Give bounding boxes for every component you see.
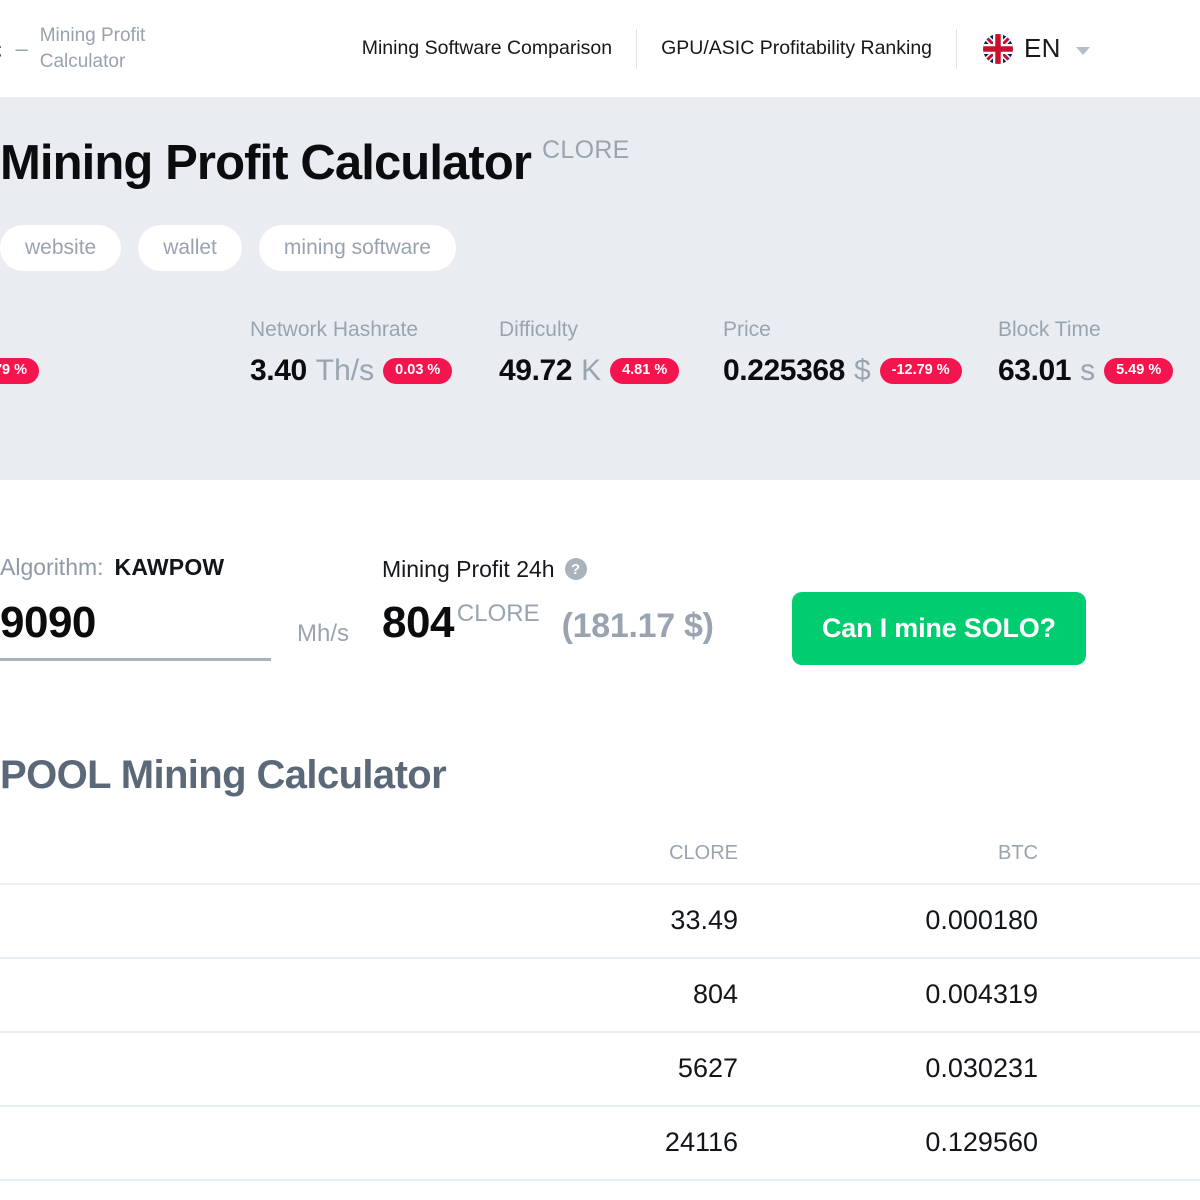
question-mark-icon[interactable]: ? <box>565 558 587 580</box>
algorithm-label: Algorithm: <box>0 554 104 581</box>
cell-btc: 0.030231 <box>770 1032 1070 1106</box>
cell-pad <box>1070 1106 1200 1180</box>
nav-link-gpu-asic-profitability-ranking[interactable]: GPU/ASIC Profitability Ranking <box>637 26 956 72</box>
profit-value: 804 <box>382 598 454 648</box>
cell-period <box>0 1032 470 1106</box>
page-title-coin: CLORE <box>542 136 630 165</box>
coin-stats: CLORE) -12.79 % Network Hashrate 3.40 Th… <box>0 318 1200 388</box>
status-badge: -12.79 % <box>0 358 39 384</box>
stat-value: 49.72 <box>499 354 572 388</box>
hashrate-group: Algorithm: KAWPOW Mh/s <box>0 554 382 661</box>
brand-subtitle: Mining Profit Calculator <box>40 23 190 73</box>
stat-reward: CLORE) -12.79 % <box>0 342 250 388</box>
stat-label: Block Time <box>998 318 1200 342</box>
stat-unit: s <box>1080 354 1095 388</box>
hero-section: Mining Profit Calculator CLORE website w… <box>0 97 1200 480</box>
cell-btc: 0.129560 <box>770 1106 1070 1180</box>
stat-label: Price <box>723 318 998 342</box>
hashrate-unit: Mh/s <box>297 620 349 661</box>
table-row: 33.49 0.000180 <box>0 884 1200 958</box>
pill-website[interactable]: website <box>0 225 121 271</box>
stat-difficulty: Difficulty 49.72 K 4.81 % <box>499 318 723 388</box>
language-selector[interactable]: EN <box>957 26 1090 72</box>
stat-label: Difficulty <box>499 318 723 342</box>
nav-link-mining-software-comparison[interactable]: Mining Software Comparison <box>338 26 636 72</box>
stat-value: 0.225368 <box>723 354 845 388</box>
brand-logo: otoCalc <box>0 28 1 70</box>
pool-table: CLORE BTC 33.49 0.000180 804 0.004319 <box>0 842 1200 1181</box>
profit-coin: CLORE <box>457 600 540 628</box>
pool-title: POOL Mining Calculator <box>0 753 1200 798</box>
stat-network-hashrate: Network Hashrate 3.40 Th/s 0.03 % <box>250 318 499 388</box>
brand-dash: – <box>15 36 27 62</box>
uk-flag-icon <box>983 34 1013 64</box>
status-badge: -12.79 % <box>880 358 962 384</box>
brand[interactable]: otoCalc – Mining Profit Calculator <box>0 23 190 73</box>
cell-pad <box>1070 958 1200 1032</box>
column-header-pad <box>1070 842 1200 884</box>
pool-section: POOL Mining Calculator CLORE BTC 33.49 0… <box>0 665 1200 1181</box>
table-header-row: CLORE BTC <box>0 842 1200 884</box>
cell-pad <box>1070 884 1200 958</box>
hashrate-input[interactable] <box>0 598 271 648</box>
column-header-period <box>0 842 470 884</box>
hero-title-row: Mining Profit Calculator CLORE <box>0 139 1200 188</box>
status-badge: 4.81 % <box>610 358 679 384</box>
status-badge: 0.03 % <box>383 358 452 384</box>
cell-clore: 804 <box>470 958 770 1032</box>
pill-wallet[interactable]: wallet <box>138 225 242 271</box>
can-i-mine-solo-button[interactable]: Can I mine SOLO? <box>792 592 1086 665</box>
chevron-down-icon <box>1076 47 1090 55</box>
cell-pad <box>1070 1032 1200 1106</box>
table-row: 24116 0.129560 <box>0 1106 1200 1180</box>
cell-period <box>0 884 470 958</box>
column-header-btc: BTC <box>770 842 1070 884</box>
stat-unit: Th/s <box>316 354 374 388</box>
profit-group: Mining Profit 24h ? 804 CLORE (181.17 $) <box>382 554 792 648</box>
cell-clore: 33.49 <box>470 884 770 958</box>
page-viewport: otoCalc – Mining Profit Calculator Minin… <box>0 0 1200 1200</box>
page-title: Mining Profit Calculator <box>0 139 531 188</box>
stat-unit: $ <box>854 354 871 388</box>
resource-pills: website wallet mining software <box>0 225 1200 271</box>
pill-mining-software[interactable]: mining software <box>259 225 456 271</box>
calculator-section: Algorithm: KAWPOW Mh/s Mining Profit 24h… <box>0 480 1200 665</box>
stat-price: Price 0.225368 $ -12.79 % <box>723 318 998 388</box>
cell-period <box>0 958 470 1032</box>
status-badge: 5.49 % <box>1104 358 1173 384</box>
stat-value: 63.01 <box>998 354 1071 388</box>
profit-fiat: (181.17 $) <box>562 607 714 646</box>
main-nav: Mining Software Comparison GPU/ASIC Prof… <box>338 26 1090 72</box>
stat-value: 3.40 <box>250 354 307 388</box>
cell-clore: 24116 <box>470 1106 770 1180</box>
cell-btc: 0.000180 <box>770 884 1070 958</box>
cell-clore: 5627 <box>470 1032 770 1106</box>
table-row: 804 0.004319 <box>0 958 1200 1032</box>
stat-unit: K <box>581 354 601 388</box>
site-header: otoCalc – Mining Profit Calculator Minin… <box>0 0 1200 97</box>
table-row: 5627 0.030231 <box>0 1032 1200 1106</box>
cell-btc: 0.004319 <box>770 958 1070 1032</box>
algorithm-value: KAWPOW <box>115 554 225 581</box>
column-header-clore: CLORE <box>470 842 770 884</box>
stat-block-time: Block Time 63.01 s 5.49 % <box>998 318 1200 388</box>
cell-period <box>0 1106 470 1180</box>
stat-label: Network Hashrate <box>250 318 499 342</box>
language-code: EN <box>1024 33 1061 64</box>
profit-label: Mining Profit 24h <box>382 556 555 583</box>
